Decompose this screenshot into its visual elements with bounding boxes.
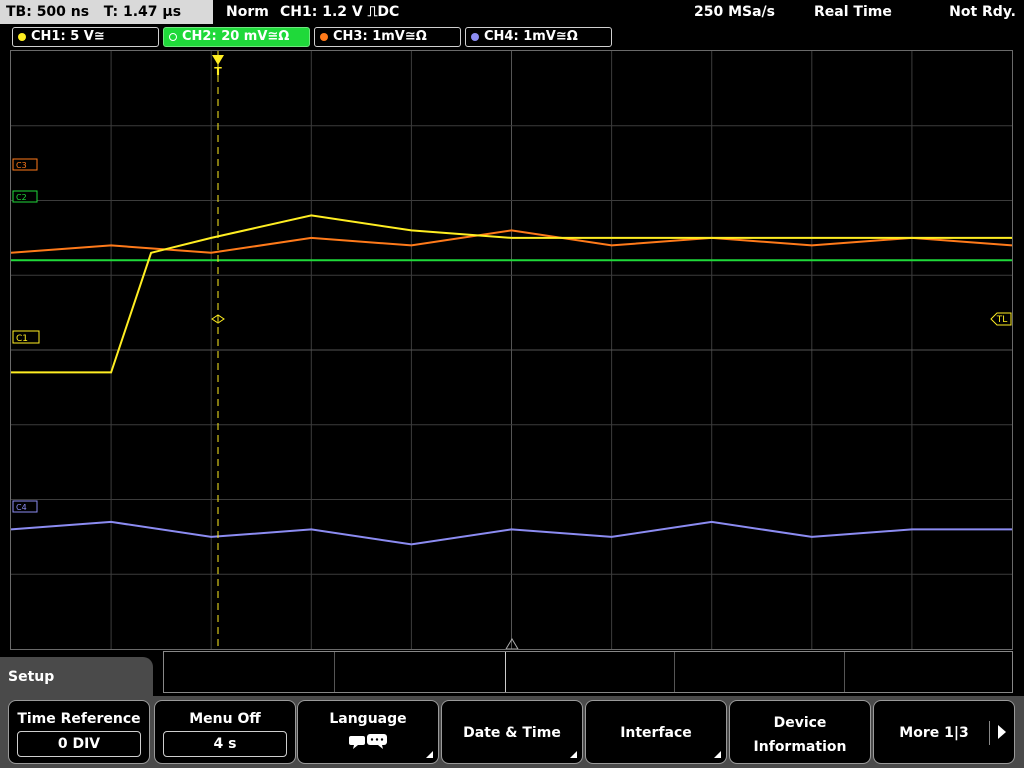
waveform-display[interactable]: T TL C3 C2 C1 C4 bbox=[10, 50, 1013, 650]
device-information-button[interactable]: Device Information bbox=[729, 700, 871, 764]
channel-tab-ch4[interactable]: CH4: 1mV≅Ω bbox=[465, 27, 612, 47]
ch4-label: CH4: 1mV≅Ω bbox=[484, 29, 578, 44]
trigger-level-label: TL bbox=[996, 315, 1008, 325]
timebase-readout[interactable]: TB: 500 ns T: 1.47 µs bbox=[0, 0, 213, 24]
language-label: Language bbox=[329, 711, 407, 727]
trigger-position-marker[interactable]: T bbox=[212, 55, 224, 78]
submenu-indicator-icon bbox=[570, 751, 577, 758]
status-bar: TB: 500 ns T: 1.47 µs Norm CH1: 1.2 V ⎍D… bbox=[0, 0, 1024, 25]
ch4-marker-label: C4 bbox=[16, 503, 27, 512]
menu-off-button[interactable]: Menu Off 4 s bbox=[154, 700, 296, 764]
ch1-label: CH1: 5 V≅ bbox=[31, 29, 105, 44]
channel-tab-ch2[interactable]: CH2: 20 mV≅Ω bbox=[163, 27, 310, 47]
acquisition-status: Not Rdy. bbox=[949, 4, 1016, 20]
ch4-ground-marker[interactable]: C4 bbox=[12, 500, 38, 513]
menu-title: Setup bbox=[0, 657, 153, 697]
submenu-indicator-icon bbox=[426, 751, 433, 758]
more-label: More 1|3 bbox=[899, 725, 969, 741]
acquisition-mode: Real Time bbox=[814, 4, 892, 20]
ch3-marker-label: C3 bbox=[16, 161, 27, 170]
overview-divider bbox=[844, 652, 845, 692]
ch3-color-dot bbox=[320, 33, 328, 41]
ch3-label: CH3: 1mV≅Ω bbox=[333, 29, 427, 44]
trigger-marker-label: T bbox=[214, 65, 222, 78]
next-page-arrow-icon bbox=[998, 725, 1006, 739]
more-separator bbox=[989, 721, 990, 745]
date-time-button[interactable]: Date & Time bbox=[441, 700, 583, 764]
memory-overview-bar[interactable] bbox=[163, 651, 1013, 693]
ch2-color-dot bbox=[169, 33, 177, 41]
menu-off-label: Menu Off bbox=[189, 711, 261, 727]
timebase-value: TB: 500 ns bbox=[6, 4, 90, 20]
trigger-mode[interactable]: Norm bbox=[226, 0, 269, 24]
language-button[interactable]: Language bbox=[297, 700, 439, 764]
trigger-time-value: T: 1.47 µs bbox=[103, 4, 182, 20]
ch1-color-dot bbox=[18, 33, 26, 41]
sample-rate: 250 MSa/s bbox=[694, 4, 776, 20]
interface-button[interactable]: Interface bbox=[585, 700, 727, 764]
overview-divider bbox=[674, 652, 675, 692]
submenu-indicator-icon bbox=[714, 751, 721, 758]
device-information-line1: Device bbox=[773, 715, 827, 731]
waveform-canvas: T TL C3 C2 C1 C4 bbox=[11, 51, 1012, 649]
channel-tab-ch1[interactable]: CH1: 5 V≅ bbox=[12, 27, 159, 47]
time-reference-button[interactable]: Time Reference 0 DIV bbox=[8, 700, 150, 764]
device-information-line2: Information bbox=[753, 739, 847, 755]
ch2-ground-marker[interactable]: C2 bbox=[12, 190, 38, 203]
overview-center-marker bbox=[505, 652, 506, 692]
interface-label: Interface bbox=[620, 725, 692, 741]
time-reference-label: Time Reference bbox=[17, 711, 141, 727]
more-button[interactable]: More 1|3 bbox=[873, 700, 1015, 764]
channel-tab-ch3[interactable]: CH3: 1mV≅Ω bbox=[314, 27, 461, 47]
time-reference-value: 0 DIV bbox=[17, 731, 141, 757]
date-time-label: Date & Time bbox=[463, 725, 561, 741]
device-information-label: Device Information bbox=[730, 711, 870, 759]
ch1-marker-label: C1 bbox=[16, 334, 28, 344]
ch1-ground-marker[interactable]: C1 bbox=[12, 330, 40, 344]
ch3-ground-marker[interactable]: C3 bbox=[12, 158, 38, 171]
trigger-info[interactable]: CH1: 1.2 V ⎍DC bbox=[280, 0, 399, 24]
speech-bubble-icon bbox=[349, 734, 387, 749]
overview-divider bbox=[334, 652, 335, 692]
graticule bbox=[11, 51, 1012, 649]
ch4-color-dot bbox=[471, 33, 479, 41]
trigger-level-marker[interactable]: TL bbox=[990, 312, 1012, 326]
menu-off-value: 4 s bbox=[163, 731, 287, 757]
ch2-marker-label: C2 bbox=[16, 193, 27, 202]
ch2-label: CH2: 20 mV≅Ω bbox=[182, 29, 290, 44]
